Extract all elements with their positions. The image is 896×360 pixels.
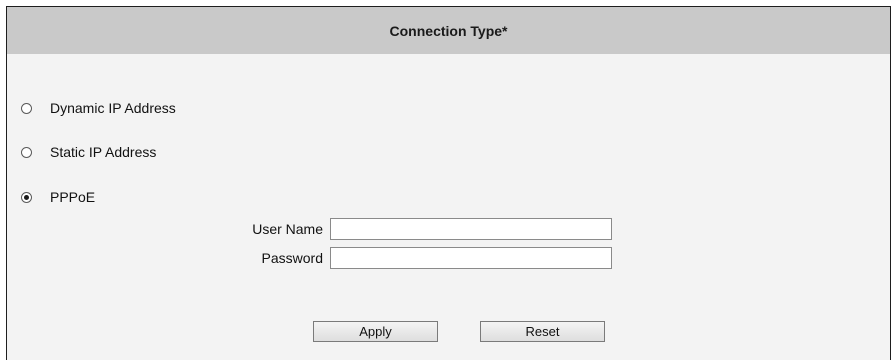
radio-option-pppoe[interactable]: PPPoE [21,189,95,205]
apply-button[interactable]: Apply [313,321,438,342]
connection-type-panel: Connection Type* Dynamic IP Address Stat… [6,6,891,360]
password-input[interactable] [330,247,612,269]
radio-option-static-ip[interactable]: Static IP Address [21,144,156,160]
password-label: Password [261,250,323,266]
username-row: User Name [248,218,612,240]
panel-header: Connection Type* [7,7,890,54]
radio-label-dynamic-ip[interactable]: Dynamic IP Address [50,100,176,116]
username-label: User Name [252,221,323,237]
password-row: Password [248,247,612,269]
radio-label-pppoe[interactable]: PPPoE [50,189,95,205]
radio-option-dynamic-ip[interactable]: Dynamic IP Address [21,100,176,116]
username-input[interactable] [330,218,612,240]
radio-button-dynamic-ip[interactable] [21,102,32,114]
radio-label-static-ip[interactable]: Static IP Address [50,144,156,160]
reset-button[interactable]: Reset [480,321,605,342]
radio-button-pppoe[interactable] [21,191,32,203]
panel-title: Connection Type* [389,22,508,39]
radio-button-static-ip[interactable] [21,146,32,158]
